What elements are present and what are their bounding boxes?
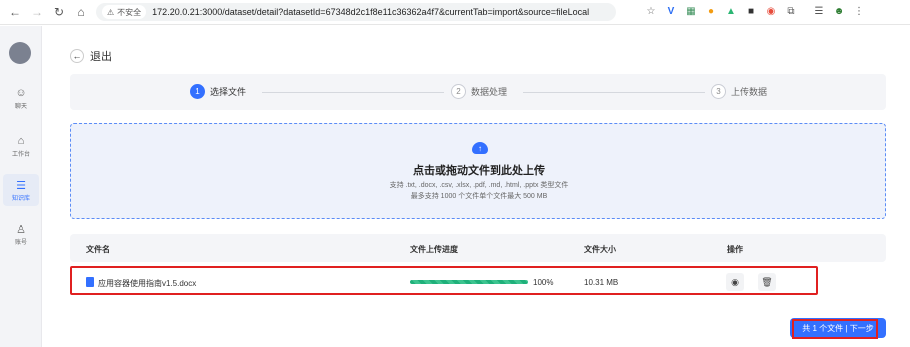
home-icon[interactable]: ⌂ [72,3,90,21]
main-content: ← 退出 1 选择文件 2 数据处理 3 上传数据 ↑ 点击或拖动文件到此处上传… [42,26,910,347]
step-number: 2 [451,84,466,99]
sidebar-item-chat[interactable]: ☺ 聊天 [0,86,42,110]
user-icon: ♙ [16,223,26,236]
step-divider [523,92,705,93]
security-indicator[interactable]: ⚠ 不安全 [102,5,147,19]
back-arrow-icon: ← [70,49,84,63]
extension-grid-icon[interactable]: ▦ [684,4,698,18]
step-indicator: 1 选择文件 2 数据处理 3 上传数据 [70,74,886,110]
menu-icon[interactable]: ⋮ [852,4,866,18]
reading-list-icon[interactable]: ☰ [812,4,826,18]
step-number: 1 [190,84,205,99]
upload-dropzone[interactable]: ↑ 点击或拖动文件到此处上传 支持 .txt, .docx, .csv, .xl… [70,123,886,219]
extension-v-icon[interactable]: V [664,4,678,18]
chat-icon: ☺ [15,87,27,99]
puzzle-icon[interactable]: ⧉ [784,4,798,18]
extension-color-icon[interactable]: ◉ [764,4,778,18]
security-label: 不安全 [117,7,142,17]
sidebar-item-knowledge[interactable]: ☰ 知识库 [3,174,39,206]
sidebar-item-label: 工作台 [11,152,30,158]
exit-label: 退出 [90,51,112,63]
upload-formats: 支持 .txt, .docx, .csv, .xlsx, .pdf, .md, … [389,182,569,189]
star-icon[interactable]: ☆ [644,4,658,18]
sidebar-item-label: 账号 [14,240,27,246]
profile-icon[interactable]: ☻ [832,4,846,18]
column-header: 文件上传进度 [410,245,458,254]
sidebar-item-label: 知识库 [11,196,30,202]
step-divider [262,92,444,93]
sidebar-item-account[interactable]: ♙ 账号 [0,222,42,247]
upload-title: 点击或拖动文件到此处上传 [413,165,545,177]
step-number: 3 [711,84,726,99]
address-bar[interactable]: ⚠ 不安全 172.20.0.21:3000/dataset/detail?da… [96,3,616,21]
upload-limit: 最多支持 1000 个文件单个文件最大 500 MB [410,193,548,200]
extension-orange-icon[interactable]: ● [704,4,718,18]
reload-icon[interactable]: ↻ [50,3,68,21]
back-arrow-icon[interactable]: ← [6,3,24,21]
database-icon: ☰ [16,179,26,192]
warning-icon: ⚠ [107,7,115,17]
column-header: 操作 [727,245,743,254]
column-header: 文件名 [86,245,110,254]
highlight-box-file-row [70,266,818,295]
browser-toolbar: ← → ↻ ⌂ ⚠ 不安全 172.20.0.21:3000/dataset/d… [0,0,910,25]
extension-dark-icon[interactable]: ■ [744,4,758,18]
extension-a-icon[interactable]: ▲ [724,4,738,18]
avatar[interactable] [9,42,31,64]
workbench-icon: ⌂ [17,135,25,147]
extensions-bar: ☆ V ▦ ● ▲ ■ ◉ ⧉ ☰ ☻ ⋮ [644,4,866,18]
highlight-box-next-button [792,319,878,339]
forward-arrow-icon[interactable]: → [28,3,46,21]
url-text[interactable]: 172.20.0.21:3000/dataset/detail?datasetI… [152,7,589,17]
step-select-file: 1 选择文件 [190,84,246,99]
table-header: 文件名 文件上传进度 文件大小 操作 [70,234,886,262]
step-label: 上传数据 [731,87,768,97]
step-process-data: 2 数据处理 [451,84,507,99]
step-label: 数据处理 [471,87,508,97]
column-header: 文件大小 [584,245,616,254]
sidebar-item-workbench[interactable]: ⌂ 工作台 [0,134,42,158]
sidebar: ☺ 聊天 ⌂ 工作台 ☰ 知识库 ♙ 账号 [0,26,42,347]
step-upload-data: 3 上传数据 [711,84,767,99]
sidebar-item-label: 聊天 [14,104,27,110]
exit-button[interactable]: ← 退出 [70,48,112,64]
cloud-upload-icon: ↑ [472,142,488,154]
step-label: 选择文件 [210,87,247,97]
